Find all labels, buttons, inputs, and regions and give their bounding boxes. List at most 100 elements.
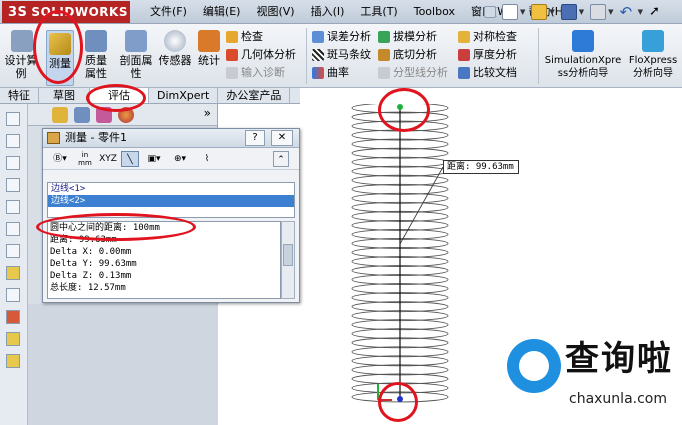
results-scrollbar[interactable] <box>281 221 295 299</box>
watermark-title: 查询啦 <box>565 339 673 379</box>
zebra-stripes-icon <box>312 49 324 61</box>
undercut-analysis-button[interactable]: 底切分析 <box>378 46 448 64</box>
view-icon[interactable] <box>6 222 20 236</box>
list-item[interactable]: 边线<2> <box>48 195 294 207</box>
analysis-column-2: 拔模分析 底切分析 分型线分析 <box>378 28 448 82</box>
floxpress-button[interactable]: FloXpress分析向导 <box>626 30 680 80</box>
deviation-analysis-button[interactable]: 误差分析 <box>312 28 371 46</box>
save-icon[interactable] <box>560 4 577 20</box>
check-icon <box>226 31 238 43</box>
annotation-circle-bottom-point <box>378 382 418 422</box>
collapse-icon[interactable]: ⌃ <box>273 151 289 167</box>
measure-dialog-title: 测量 - 零件1 <box>65 131 127 144</box>
help-button[interactable]: ? <box>245 130 265 146</box>
relation-icon[interactable] <box>6 310 20 324</box>
sensor-button[interactable]: 传感器 <box>158 30 192 67</box>
mass-properties-label: 质量属性 <box>85 54 107 80</box>
chevron-down-icon[interactable]: ▼ <box>638 8 643 16</box>
arc-circle-options-icon[interactable]: Ⓑ▾ <box>47 151 73 167</box>
menu-view[interactable]: 视图(V) <box>248 0 302 24</box>
statistics-icon <box>198 30 220 52</box>
view-icon[interactable] <box>6 134 20 148</box>
selection-list[interactable]: 边线<1> 边线<2> <box>47 182 295 218</box>
history-icon[interactable]: ⌇ <box>199 151 215 167</box>
measure-toolbar: Ⓑ▾ in mm XYZ ╲ ▣▾ ⊕▾ ⌇ ⌃ <box>43 148 299 170</box>
menu-toolbox[interactable]: Toolbox <box>406 0 463 24</box>
parting-line-analysis-button[interactable]: 分型线分析 <box>378 64 448 82</box>
result-delta-z: Delta Z: 0.13mm <box>50 271 132 281</box>
curvature-button[interactable]: 曲率 <box>312 64 371 82</box>
chevron-down-icon[interactable]: ▼ <box>579 8 584 16</box>
feature-tree-icon[interactable] <box>52 107 68 123</box>
chevron-down-icon[interactable]: ▼ <box>608 8 613 16</box>
left-toolbar <box>0 104 28 425</box>
layer-icon[interactable] <box>6 332 20 346</box>
floxpress-label: FloXpress分析向导 <box>628 55 678 79</box>
chevron-down-icon[interactable]: ▼ <box>549 8 554 16</box>
annotation-circle-measure <box>33 10 83 84</box>
menu-edit[interactable]: 编辑(E) <box>195 0 249 24</box>
simulationxpress-button[interactable]: SimulationXpress分析向导 <box>544 30 622 80</box>
close-button[interactable]: ✕ <box>271 130 293 146</box>
design-study-label: 设计算例 <box>4 54 38 80</box>
callout-leader <box>399 166 444 245</box>
check-tools-column: 检查 几何体分析 输入诊断 <box>226 28 296 82</box>
geometry-analysis-button[interactable]: 几何体分析 <box>226 46 296 64</box>
logo-mark: 3S <box>8 5 28 20</box>
analysis-column-1: 误差分析 斑马条纹 曲率 <box>312 28 371 82</box>
scrollbar-thumb[interactable] <box>283 244 293 266</box>
chevron-right-icon[interactable]: » <box>204 106 211 120</box>
import-diagnostics-button[interactable]: 输入诊断 <box>226 64 296 82</box>
print-icon[interactable] <box>590 4 607 20</box>
statistics-button[interactable]: 统计 <box>196 30 222 67</box>
list-item[interactable]: 边线<1> <box>48 183 294 195</box>
compare-documents-button[interactable]: 比较文档 <box>458 64 517 82</box>
tab-features[interactable]: 特征 <box>0 88 39 103</box>
view-icon[interactable] <box>6 112 20 126</box>
zebra-stripes-button[interactable]: 斑马条纹 <box>312 46 371 64</box>
view-icon[interactable] <box>6 244 20 258</box>
units-precision-button[interactable]: in mm <box>77 151 93 167</box>
simulationxpress-label: SimulationXpress分析向导 <box>544 55 622 79</box>
menu-tools[interactable]: 工具(T) <box>352 0 405 24</box>
xyz-measure-button[interactable]: XYZ <box>97 151 119 167</box>
menu-file[interactable]: 文件(F) <box>142 0 195 24</box>
sketch-icon[interactable] <box>6 266 20 280</box>
title-bar: 3S SOLIDWORKS 文件(F) 编辑(E) 视图(V) 插入(I) 工具(… <box>0 0 682 24</box>
geometry-analysis-icon <box>226 49 238 61</box>
watermark-url: chaxunla.com <box>569 391 667 407</box>
menu-insert[interactable]: 插入(I) <box>303 0 353 24</box>
draft-analysis-button[interactable]: 拔模分析 <box>378 28 448 46</box>
tab-sketch[interactable]: 草图 <box>39 88 90 103</box>
sensor-label: 传感器 <box>158 54 192 67</box>
select-arrow-icon[interactable]: ➚ <box>649 4 665 20</box>
measure-dialog-title-bar[interactable]: 测量 - 零件1 ? ✕ <box>43 129 299 148</box>
view-icon[interactable] <box>6 178 20 192</box>
chevron-down-icon[interactable]: ▼ <box>520 8 525 16</box>
layer-icon[interactable] <box>6 354 20 368</box>
pin-icon[interactable] <box>484 6 496 18</box>
panel-empty-area <box>28 304 218 425</box>
mass-properties-button[interactable]: 质量属性 <box>80 30 112 80</box>
gauge-icon <box>164 30 186 52</box>
new-document-icon[interactable] <box>502 4 518 20</box>
property-manager-icon[interactable] <box>74 107 90 123</box>
view-icon[interactable] <box>6 156 20 170</box>
section-properties-button[interactable]: 剖面属性 <box>118 30 154 80</box>
dimension-icon[interactable] <box>6 288 20 302</box>
view-icon[interactable] <box>6 200 20 214</box>
point-to-point-icon[interactable]: ╲ <box>121 151 139 167</box>
tab-dimxpert[interactable]: DimXpert <box>149 88 219 103</box>
thickness-analysis-button[interactable]: 厚度分析 <box>458 46 517 64</box>
tab-office-products[interactable]: 办公室产品 <box>218 88 291 103</box>
undo-icon[interactable]: ↶ <box>620 4 636 20</box>
result-total-length: 总长度: 12.57mm <box>50 283 126 293</box>
undercut-analysis-icon <box>378 49 390 61</box>
result-delta-x: Delta X: 0.00mm <box>50 247 132 257</box>
coordinate-system-icon[interactable]: ⊕▾ <box>169 151 191 167</box>
open-folder-icon[interactable] <box>531 4 548 20</box>
symmetry-check-button[interactable]: 对称检查 <box>458 28 517 46</box>
projection-icon[interactable]: ▣▾ <box>143 151 165 167</box>
check-button[interactable]: 检查 <box>226 28 296 46</box>
annotation-circle-result <box>36 213 196 241</box>
